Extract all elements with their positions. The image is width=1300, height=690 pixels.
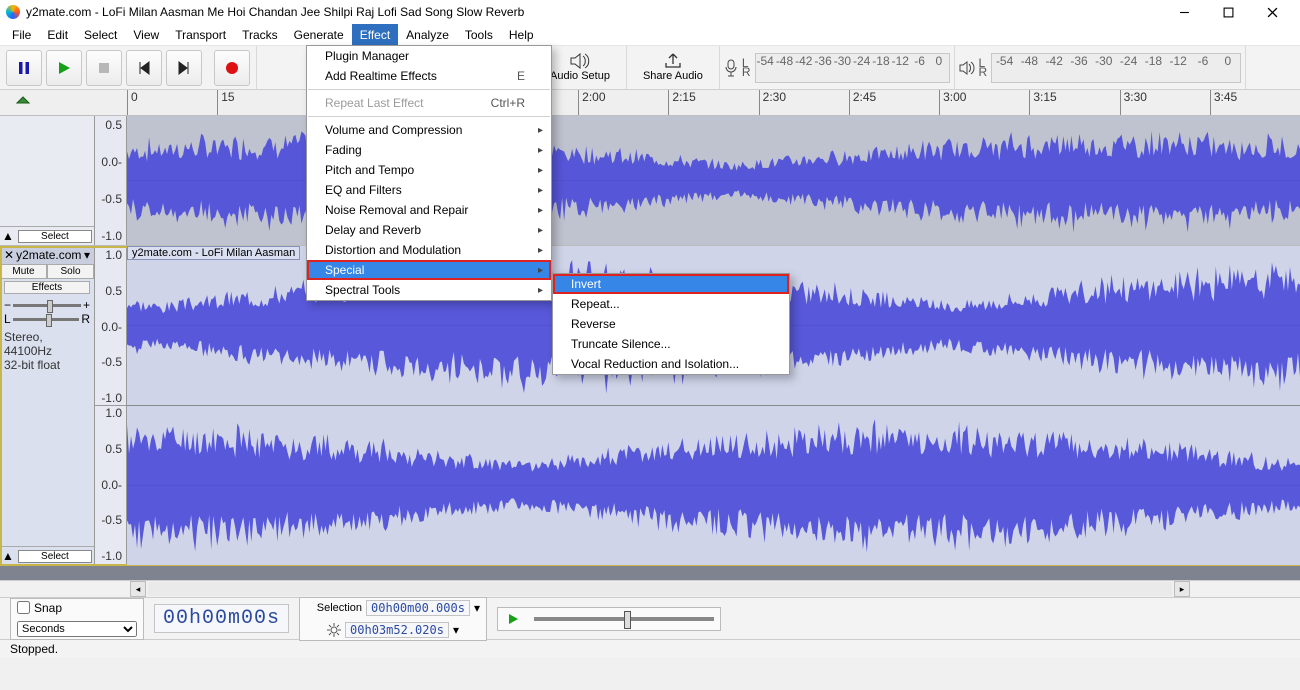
- pause-button[interactable]: [6, 50, 42, 86]
- menu-item-noise-removal-and-repair[interactable]: Noise Removal and Repair: [307, 200, 551, 220]
- selection-start[interactable]: 00h00m00.000s: [366, 600, 470, 616]
- menu-generate[interactable]: Generate: [286, 24, 352, 45]
- track-format-label: Stereo, 44100Hz32-bit float: [0, 328, 94, 374]
- minimize-button[interactable]: [1162, 0, 1206, 24]
- track-1-select-button[interactable]: Select: [18, 230, 92, 243]
- track-1: ▲ Select 0.50.0--0.5-1.0: [0, 116, 1300, 246]
- track-2-head[interactable]: ✕y2mate.com▾ Mute Solo Effects −+ LR Ste…: [0, 246, 95, 565]
- skip-end-button[interactable]: [166, 50, 202, 86]
- window-title: y2mate.com - LoFi Milan Aasman Me Hoi Ch…: [26, 5, 524, 19]
- microphone-icon: [724, 59, 738, 77]
- status-text: Stopped.: [10, 642, 58, 656]
- track-2-scale: 1.00.50.0--0.5-1.0 1.00.50.0--0.5-1.0: [95, 246, 127, 565]
- menu-item-plugin-manager[interactable]: Plugin Manager: [307, 46, 551, 66]
- selection-toolbar: Snap Seconds 00h00m00s Selection 00h00m0…: [0, 598, 1300, 640]
- special-submenu: InvertRepeat...ReverseTruncate Silence..…: [552, 273, 790, 375]
- snap-checkbox[interactable]: Snap: [17, 601, 62, 615]
- menu-item-volume-and-compression[interactable]: Volume and Compression: [307, 120, 551, 140]
- menu-analyze[interactable]: Analyze: [398, 24, 457, 45]
- solo-button[interactable]: Solo: [47, 264, 94, 279]
- menu-tools[interactable]: Tools: [457, 24, 501, 45]
- track-2-select-button[interactable]: Select: [18, 550, 92, 563]
- effect-menu: Plugin ManagerAdd Realtime EffectsE Repea…: [306, 45, 552, 301]
- menu-edit[interactable]: Edit: [39, 24, 76, 45]
- submenu-item-repeat-[interactable]: Repeat...: [553, 294, 789, 314]
- submenu-item-vocal-reduction-and-isolation-[interactable]: Vocal Reduction and Isolation...: [553, 354, 789, 374]
- play-at-speed-button[interactable]: [504, 610, 522, 628]
- menu-item-delay-and-reverb[interactable]: Delay and Reverb: [307, 220, 551, 240]
- play-button[interactable]: [46, 50, 82, 86]
- track-menu-icon[interactable]: ▾: [84, 248, 90, 262]
- close-track-icon[interactable]: ✕: [4, 248, 14, 262]
- menu-item-pitch-and-tempo[interactable]: Pitch and Tempo: [307, 160, 551, 180]
- submenu-item-invert[interactable]: Invert: [553, 274, 789, 294]
- menu-item-spectral-tools[interactable]: Spectral Tools: [307, 280, 551, 300]
- menu-view[interactable]: View: [125, 24, 167, 45]
- menu-transport[interactable]: Transport: [167, 24, 234, 45]
- track-1-waveform[interactable]: [127, 116, 1300, 245]
- submenu-item-reverse[interactable]: Reverse: [553, 314, 789, 334]
- selection-end[interactable]: 00h03m52.020s: [345, 622, 449, 638]
- track-1-head[interactable]: ▲ Select: [0, 116, 95, 245]
- gear-icon[interactable]: [327, 623, 341, 637]
- toolbar: Audio Setup Share Audio LR -54-48-42-36-…: [0, 46, 1300, 90]
- share-audio-group: Share Audio: [627, 46, 720, 89]
- audio-setup-label: Audio Setup: [550, 70, 610, 82]
- track-1-scale: 0.50.0--0.5-1.0: [95, 116, 127, 245]
- menu-item-fading[interactable]: Fading: [307, 140, 551, 160]
- share-audio-label: Share Audio: [643, 70, 703, 82]
- app-icon: [6, 5, 20, 19]
- close-button[interactable]: [1250, 0, 1294, 24]
- track-2-name: y2mate.com: [16, 248, 81, 262]
- menu-help[interactable]: Help: [501, 24, 542, 45]
- clip-title[interactable]: y2mate.com - LoFi Milan Aasman: [127, 246, 300, 260]
- timeline-ruler[interactable]: 015301:301:452:002:152:302:453:003:153:3…: [0, 90, 1300, 116]
- menu-tracks[interactable]: Tracks: [234, 24, 286, 45]
- playback-meter[interactable]: LR -54-48-42-36-30-24-18-12-60: [955, 46, 1247, 89]
- gain-slider[interactable]: −+: [4, 298, 90, 312]
- scroll-left-icon[interactable]: ◂: [130, 581, 146, 597]
- pan-slider[interactable]: LR: [4, 312, 90, 326]
- snap-select[interactable]: Seconds: [17, 621, 137, 637]
- selection-label: Selection: [306, 602, 362, 614]
- menu-item-eq-and-filters[interactable]: EQ and Filters: [307, 180, 551, 200]
- menu-item-special[interactable]: Special: [307, 260, 551, 280]
- pin-icon[interactable]: [16, 96, 30, 110]
- speaker-icon: [959, 61, 975, 75]
- speed-slider[interactable]: [534, 617, 714, 621]
- menu-select[interactable]: Select: [76, 24, 125, 45]
- menu-file[interactable]: File: [4, 24, 39, 45]
- title-bar: y2mate.com - LoFi Milan Aasman Me Hoi Ch…: [0, 0, 1300, 24]
- stop-button[interactable]: [86, 50, 122, 86]
- maximize-button[interactable]: [1206, 0, 1250, 24]
- menu-bar: FileEditSelectViewTransportTracksGenerat…: [0, 24, 1300, 46]
- time-display[interactable]: 00h00m00s: [154, 604, 289, 633]
- collapse-icon[interactable]: ▲: [2, 229, 14, 243]
- horizontal-scrollbar[interactable]: ◂ ▸: [0, 580, 1300, 598]
- scroll-right-icon[interactable]: ▸: [1174, 581, 1190, 597]
- skip-start-button[interactable]: [126, 50, 162, 86]
- submenu-item-truncate-silence-[interactable]: Truncate Silence...: [553, 334, 789, 354]
- menu-item-add-realtime-effects[interactable]: Add Realtime EffectsE: [307, 66, 551, 86]
- menu-effect[interactable]: Effect: [352, 24, 398, 45]
- snap-box: Snap Seconds: [10, 598, 144, 640]
- playback-speed-box: [497, 607, 721, 631]
- menu-item-distortion-and-modulation[interactable]: Distortion and Modulation: [307, 240, 551, 260]
- effects-button[interactable]: Effects: [4, 281, 90, 294]
- selection-box: Selection 00h00m00.000s▾ 00h03m52.020s▾: [299, 597, 487, 641]
- collapse-icon[interactable]: ▲: [2, 549, 14, 563]
- mute-button[interactable]: Mute: [0, 264, 47, 279]
- transport-group: [0, 46, 257, 89]
- status-bar: Stopped.: [0, 640, 1300, 658]
- record-button[interactable]: [214, 50, 250, 86]
- recording-meter[interactable]: LR -54-48-42-36-30-24-18-12-60: [720, 46, 955, 89]
- menu-item-repeat-last-effect: Repeat Last EffectCtrl+R: [307, 93, 551, 113]
- share-audio-button[interactable]: Share Audio: [633, 48, 713, 88]
